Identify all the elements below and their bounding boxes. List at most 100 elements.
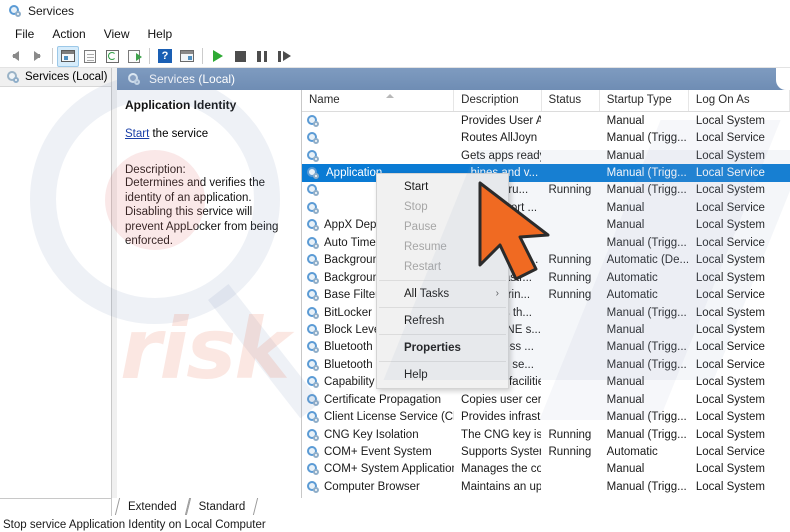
cell-status: Running bbox=[548, 254, 592, 267]
context-menu-item-all-tasks[interactable]: All Tasks › bbox=[377, 284, 508, 304]
toolbar-separator-1 bbox=[52, 48, 53, 64]
table-row[interactable]: Certificate Propagation Copies user certi… bbox=[302, 391, 790, 408]
column-header-name[interactable]: Name bbox=[302, 90, 455, 111]
cell-log-on-as: Local Service bbox=[695, 446, 765, 459]
service-name-label: Certificate Propagation bbox=[324, 393, 441, 406]
pause-service-button[interactable] bbox=[251, 46, 273, 67]
service-name-label: BitLocker D bbox=[324, 306, 384, 319]
context-menu: Start Stop Pause Resume Restart All Tasks › Ref… bbox=[376, 173, 509, 389]
context-menu-item-help[interactable]: Help bbox=[377, 365, 508, 385]
context-menu-item-label: Help bbox=[404, 369, 428, 381]
cell-startup-type: Manual (Trigg... bbox=[606, 167, 687, 180]
context-menu-item-refresh[interactable]: Refresh bbox=[377, 311, 508, 331]
cell-startup-type: Automatic (De... bbox=[606, 254, 689, 267]
cell-description: Gets apps ready f... bbox=[461, 149, 541, 162]
back-button[interactable] bbox=[4, 46, 26, 67]
column-header-label: Description bbox=[461, 94, 519, 106]
cell-startup-type: Automatic bbox=[606, 446, 658, 459]
help-button[interactable]: ? bbox=[154, 46, 176, 67]
cell-log-on-as: Local System bbox=[695, 480, 765, 493]
cell-startup-type: Manual (Trigg... bbox=[606, 428, 687, 441]
refresh-button[interactable] bbox=[101, 46, 123, 67]
new-window-button[interactable] bbox=[176, 46, 198, 67]
table-row[interactable]: Provides User Acc... Manual Local System bbox=[302, 112, 790, 129]
column-header-status[interactable]: Status bbox=[542, 90, 600, 111]
column-header-description[interactable]: Description bbox=[454, 90, 542, 111]
detail-description-text: Determines and verifies the identity of … bbox=[125, 177, 279, 247]
help-icon: ? bbox=[158, 49, 172, 63]
menu-view[interactable]: View bbox=[95, 25, 139, 43]
console-tree-pane: Services (Local) bbox=[0, 68, 112, 498]
context-menu-item-label: Resume bbox=[404, 241, 447, 253]
table-row[interactable]: COM+ System Application Manages the con..… bbox=[302, 461, 790, 478]
column-header-label: Status bbox=[548, 94, 582, 106]
sort-ascending-icon bbox=[386, 94, 394, 98]
menu-action[interactable]: Action bbox=[43, 25, 94, 43]
cell-status: Running bbox=[548, 184, 592, 197]
cell-status: Running bbox=[548, 289, 592, 302]
properties-button[interactable] bbox=[79, 46, 101, 67]
cell-log-on-as: Local Service bbox=[695, 201, 765, 214]
window-icon bbox=[180, 50, 194, 62]
cell-description: Provides User Acc... bbox=[461, 114, 542, 127]
resume-icon bbox=[277, 50, 291, 62]
menu-file[interactable]: File bbox=[6, 25, 43, 43]
cell-startup-type: Manual bbox=[606, 149, 645, 162]
cell-startup-type: Manual bbox=[606, 114, 645, 127]
services-icon bbox=[306, 306, 320, 320]
forward-button[interactable] bbox=[26, 46, 48, 67]
context-menu-item-properties[interactable]: Properties bbox=[377, 338, 508, 358]
cell-startup-type: Manual bbox=[606, 323, 645, 336]
table-row[interactable]: Routes AllJoyn m... Manual (Trigg... Local… bbox=[302, 129, 790, 146]
cell-description: Manages the con... bbox=[461, 463, 542, 476]
service-name-label: Bluetooth bbox=[324, 358, 373, 371]
cell-description: The CNG key isol... bbox=[461, 428, 542, 441]
service-name-label: Client License Service (ClipSV... bbox=[324, 411, 454, 424]
table-row[interactable]: COM+ Event System Supports System ... Runn… bbox=[302, 443, 790, 460]
services-icon bbox=[306, 462, 320, 476]
cell-log-on-as: Local System bbox=[695, 463, 765, 476]
show-hide-console-tree-button[interactable] bbox=[57, 45, 79, 67]
start-service-button[interactable] bbox=[207, 46, 229, 67]
cell-startup-type: Manual bbox=[606, 463, 645, 476]
export-list-button[interactable] bbox=[123, 46, 145, 67]
menu-bar: File Action View Help bbox=[0, 24, 790, 44]
context-menu-item-label: Pause bbox=[404, 221, 437, 233]
context-menu-item-stop: Stop bbox=[377, 197, 508, 217]
cell-log-on-as: Local System bbox=[695, 184, 765, 197]
toolbar-separator-3 bbox=[202, 48, 203, 64]
services-icon bbox=[306, 201, 320, 215]
context-menu-item-label: Stop bbox=[404, 201, 428, 213]
services-icon bbox=[306, 288, 320, 302]
table-row[interactable]: CNG Key Isolation The CNG key isol... Runn… bbox=[302, 426, 790, 443]
table-row[interactable]: Client License Service (ClipSV... Provide… bbox=[302, 408, 790, 425]
context-menu-item-start[interactable]: Start bbox=[377, 177, 508, 197]
service-name-label: Computer Browser bbox=[324, 480, 420, 493]
menu-help[interactable]: Help bbox=[139, 25, 182, 43]
start-service-link[interactable]: Start bbox=[125, 128, 149, 140]
service-name-label: Base Filter bbox=[324, 289, 379, 302]
services-icon bbox=[306, 480, 320, 494]
service-name-label: Auto Time bbox=[324, 236, 376, 249]
tab-extended[interactable]: Extended bbox=[117, 498, 188, 515]
cell-log-on-as: Local System bbox=[695, 393, 765, 406]
cell-startup-type: Manual bbox=[606, 201, 645, 214]
tab-standard[interactable]: Standard bbox=[188, 498, 257, 515]
service-detail-pane: Application Identity Start the service D… bbox=[117, 90, 302, 498]
column-header-startup-type[interactable]: Startup Type bbox=[600, 90, 689, 111]
restart-service-button[interactable] bbox=[273, 46, 295, 67]
stop-service-button[interactable] bbox=[229, 46, 251, 67]
cell-description: Maintains an up... bbox=[461, 480, 542, 493]
cell-startup-type: Manual bbox=[606, 376, 645, 389]
column-header-log-on-as[interactable]: Log On As bbox=[689, 90, 790, 111]
cell-startup-type: Automatic bbox=[606, 271, 658, 284]
tree-root-item[interactable]: Services (Local) bbox=[0, 68, 111, 87]
table-row[interactable]: Gets apps ready f... Manual Local System bbox=[302, 147, 790, 164]
cell-description: Routes AllJoyn m... bbox=[461, 132, 541, 145]
tree-root-label: Services (Local) bbox=[25, 71, 108, 83]
table-row[interactable]: Computer Browser Maintains an up... Manual… bbox=[302, 478, 790, 495]
services-icon bbox=[127, 72, 141, 86]
list-header: Name Description Status Startup Type Log On … bbox=[302, 90, 790, 112]
services-icon bbox=[6, 70, 20, 84]
console-tree-icon bbox=[61, 50, 75, 62]
